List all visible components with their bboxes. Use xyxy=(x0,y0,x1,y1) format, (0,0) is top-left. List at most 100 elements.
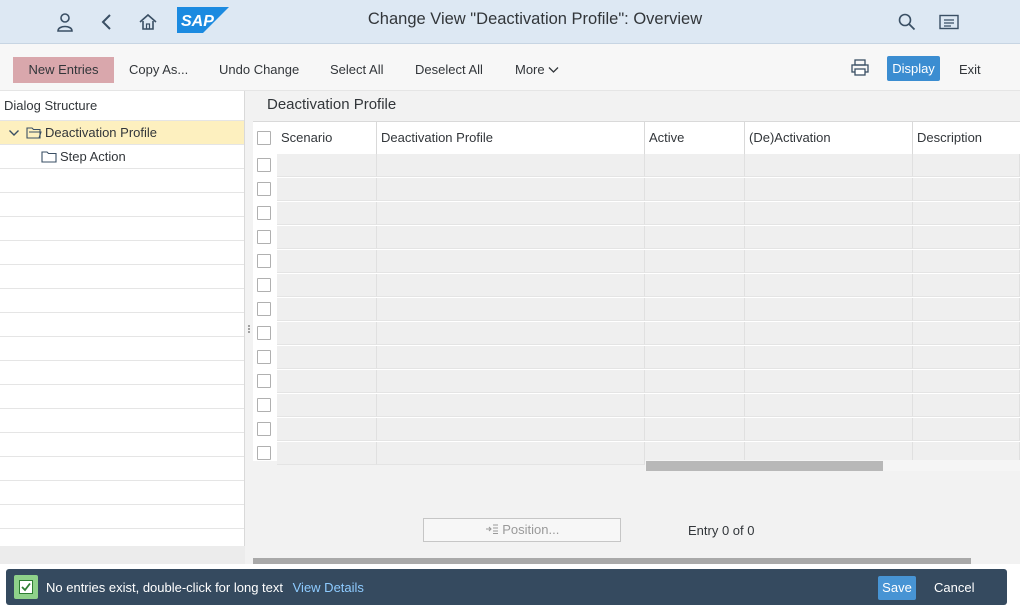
back-icon[interactable] xyxy=(95,10,119,34)
table-cell[interactable] xyxy=(745,322,913,345)
tree-item-step-action[interactable]: Step Action xyxy=(0,145,244,169)
table-cell[interactable] xyxy=(377,298,645,321)
table-cell[interactable] xyxy=(277,322,377,345)
table-cell[interactable] xyxy=(645,394,745,417)
table-cell[interactable] xyxy=(745,202,913,225)
table-cell[interactable] xyxy=(277,298,377,321)
status-message[interactable]: No entries exist, double-click for long … xyxy=(46,580,364,595)
cancel-button[interactable]: Cancel xyxy=(934,580,974,595)
column-header-description[interactable]: Description xyxy=(913,122,1020,154)
table-cell[interactable] xyxy=(377,394,645,417)
table-cell[interactable] xyxy=(377,274,645,297)
row-checkbox[interactable] xyxy=(257,302,271,316)
table-cell[interactable] xyxy=(645,154,745,177)
table-cell[interactable] xyxy=(377,202,645,225)
table-cell[interactable] xyxy=(745,370,913,393)
table-cell[interactable] xyxy=(277,202,377,225)
table-cell[interactable] xyxy=(913,178,1020,201)
row-checkbox[interactable] xyxy=(257,398,271,412)
row-checkbox[interactable] xyxy=(257,350,271,364)
chevron-down-icon[interactable] xyxy=(8,122,20,146)
table-cell[interactable] xyxy=(277,442,377,465)
table-cell[interactable] xyxy=(913,202,1020,225)
table-cell[interactable] xyxy=(277,394,377,417)
menu-icon[interactable] xyxy=(937,10,961,34)
table-cell[interactable] xyxy=(913,274,1020,297)
table-cell[interactable] xyxy=(645,202,745,225)
search-icon[interactable] xyxy=(895,10,919,34)
panel-splitter[interactable] xyxy=(245,91,253,564)
table-cell[interactable] xyxy=(645,346,745,369)
table-cell[interactable] xyxy=(277,346,377,369)
table-cell[interactable] xyxy=(913,418,1020,441)
table-cell[interactable] xyxy=(277,226,377,249)
column-header-deactivation-profile[interactable]: Deactivation Profile xyxy=(377,122,645,154)
table-cell[interactable] xyxy=(377,370,645,393)
new-entries-button[interactable]: New Entries xyxy=(13,57,114,83)
table-cell[interactable] xyxy=(745,250,913,273)
table-cell[interactable] xyxy=(377,226,645,249)
table-cell[interactable] xyxy=(745,418,913,441)
table-cell[interactable] xyxy=(745,274,913,297)
table-cell[interactable] xyxy=(277,418,377,441)
row-checkbox[interactable] xyxy=(257,206,271,220)
table-cell[interactable] xyxy=(277,154,377,177)
exit-button[interactable]: Exit xyxy=(955,59,985,83)
horizontal-scrollbar-thumb[interactable] xyxy=(646,461,883,471)
row-checkbox[interactable] xyxy=(257,422,271,436)
table-cell[interactable] xyxy=(745,394,913,417)
table-cell[interactable] xyxy=(913,298,1020,321)
table-cell[interactable] xyxy=(645,178,745,201)
undo-change-button[interactable]: Undo Change xyxy=(215,59,303,83)
table-cell[interactable] xyxy=(913,346,1020,369)
row-checkbox[interactable] xyxy=(257,158,271,172)
table-cell[interactable] xyxy=(277,250,377,273)
save-button[interactable]: Save xyxy=(878,576,916,600)
table-cell[interactable] xyxy=(745,226,913,249)
table-cell[interactable] xyxy=(913,394,1020,417)
table-cell[interactable] xyxy=(745,298,913,321)
deselect-all-button[interactable]: Deselect All xyxy=(411,59,487,83)
table-cell[interactable] xyxy=(277,274,377,297)
table-cell[interactable] xyxy=(913,370,1020,393)
column-header-deactivation[interactable]: (De)Activation xyxy=(745,122,913,154)
row-checkbox[interactable] xyxy=(257,182,271,196)
row-checkbox[interactable] xyxy=(257,374,271,388)
table-cell[interactable] xyxy=(277,370,377,393)
table-cell[interactable] xyxy=(645,322,745,345)
table-cell[interactable] xyxy=(645,274,745,297)
display-button[interactable]: Display xyxy=(887,56,940,81)
table-cell[interactable] xyxy=(913,322,1020,345)
table-cell[interactable] xyxy=(277,178,377,201)
table-cell[interactable] xyxy=(645,370,745,393)
table-cell[interactable] xyxy=(377,154,645,177)
table-cell[interactable] xyxy=(377,178,645,201)
table-cell[interactable] xyxy=(645,226,745,249)
table-cell[interactable] xyxy=(377,346,645,369)
tree-item-deactivation-profile[interactable]: Deactivation Profile xyxy=(0,121,244,145)
table-cell[interactable] xyxy=(745,178,913,201)
table-cell[interactable] xyxy=(377,418,645,441)
row-checkbox[interactable] xyxy=(257,230,271,244)
table-cell[interactable] xyxy=(645,250,745,273)
bottom-scrollbar[interactable] xyxy=(253,558,971,564)
row-checkbox[interactable] xyxy=(257,446,271,460)
column-header-active[interactable]: Active xyxy=(645,122,745,154)
more-button[interactable]: More xyxy=(511,59,563,83)
table-cell[interactable] xyxy=(913,250,1020,273)
table-cell[interactable] xyxy=(377,322,645,345)
table-cell[interactable] xyxy=(745,154,913,177)
column-header-scenario[interactable]: Scenario xyxy=(277,122,377,154)
select-all-checkbox[interactable] xyxy=(257,131,271,145)
print-icon[interactable] xyxy=(851,59,869,79)
row-checkbox[interactable] xyxy=(257,278,271,292)
table-cell[interactable] xyxy=(377,442,645,465)
table-cell[interactable] xyxy=(913,154,1020,177)
view-details-link[interactable]: View Details xyxy=(293,580,364,595)
select-all-button[interactable]: Select All xyxy=(326,59,387,83)
table-cell[interactable] xyxy=(377,250,645,273)
row-checkbox[interactable] xyxy=(257,326,271,340)
home-icon[interactable] xyxy=(136,10,160,34)
copy-as-button[interactable]: Copy As... xyxy=(125,59,192,83)
table-cell[interactable] xyxy=(745,346,913,369)
